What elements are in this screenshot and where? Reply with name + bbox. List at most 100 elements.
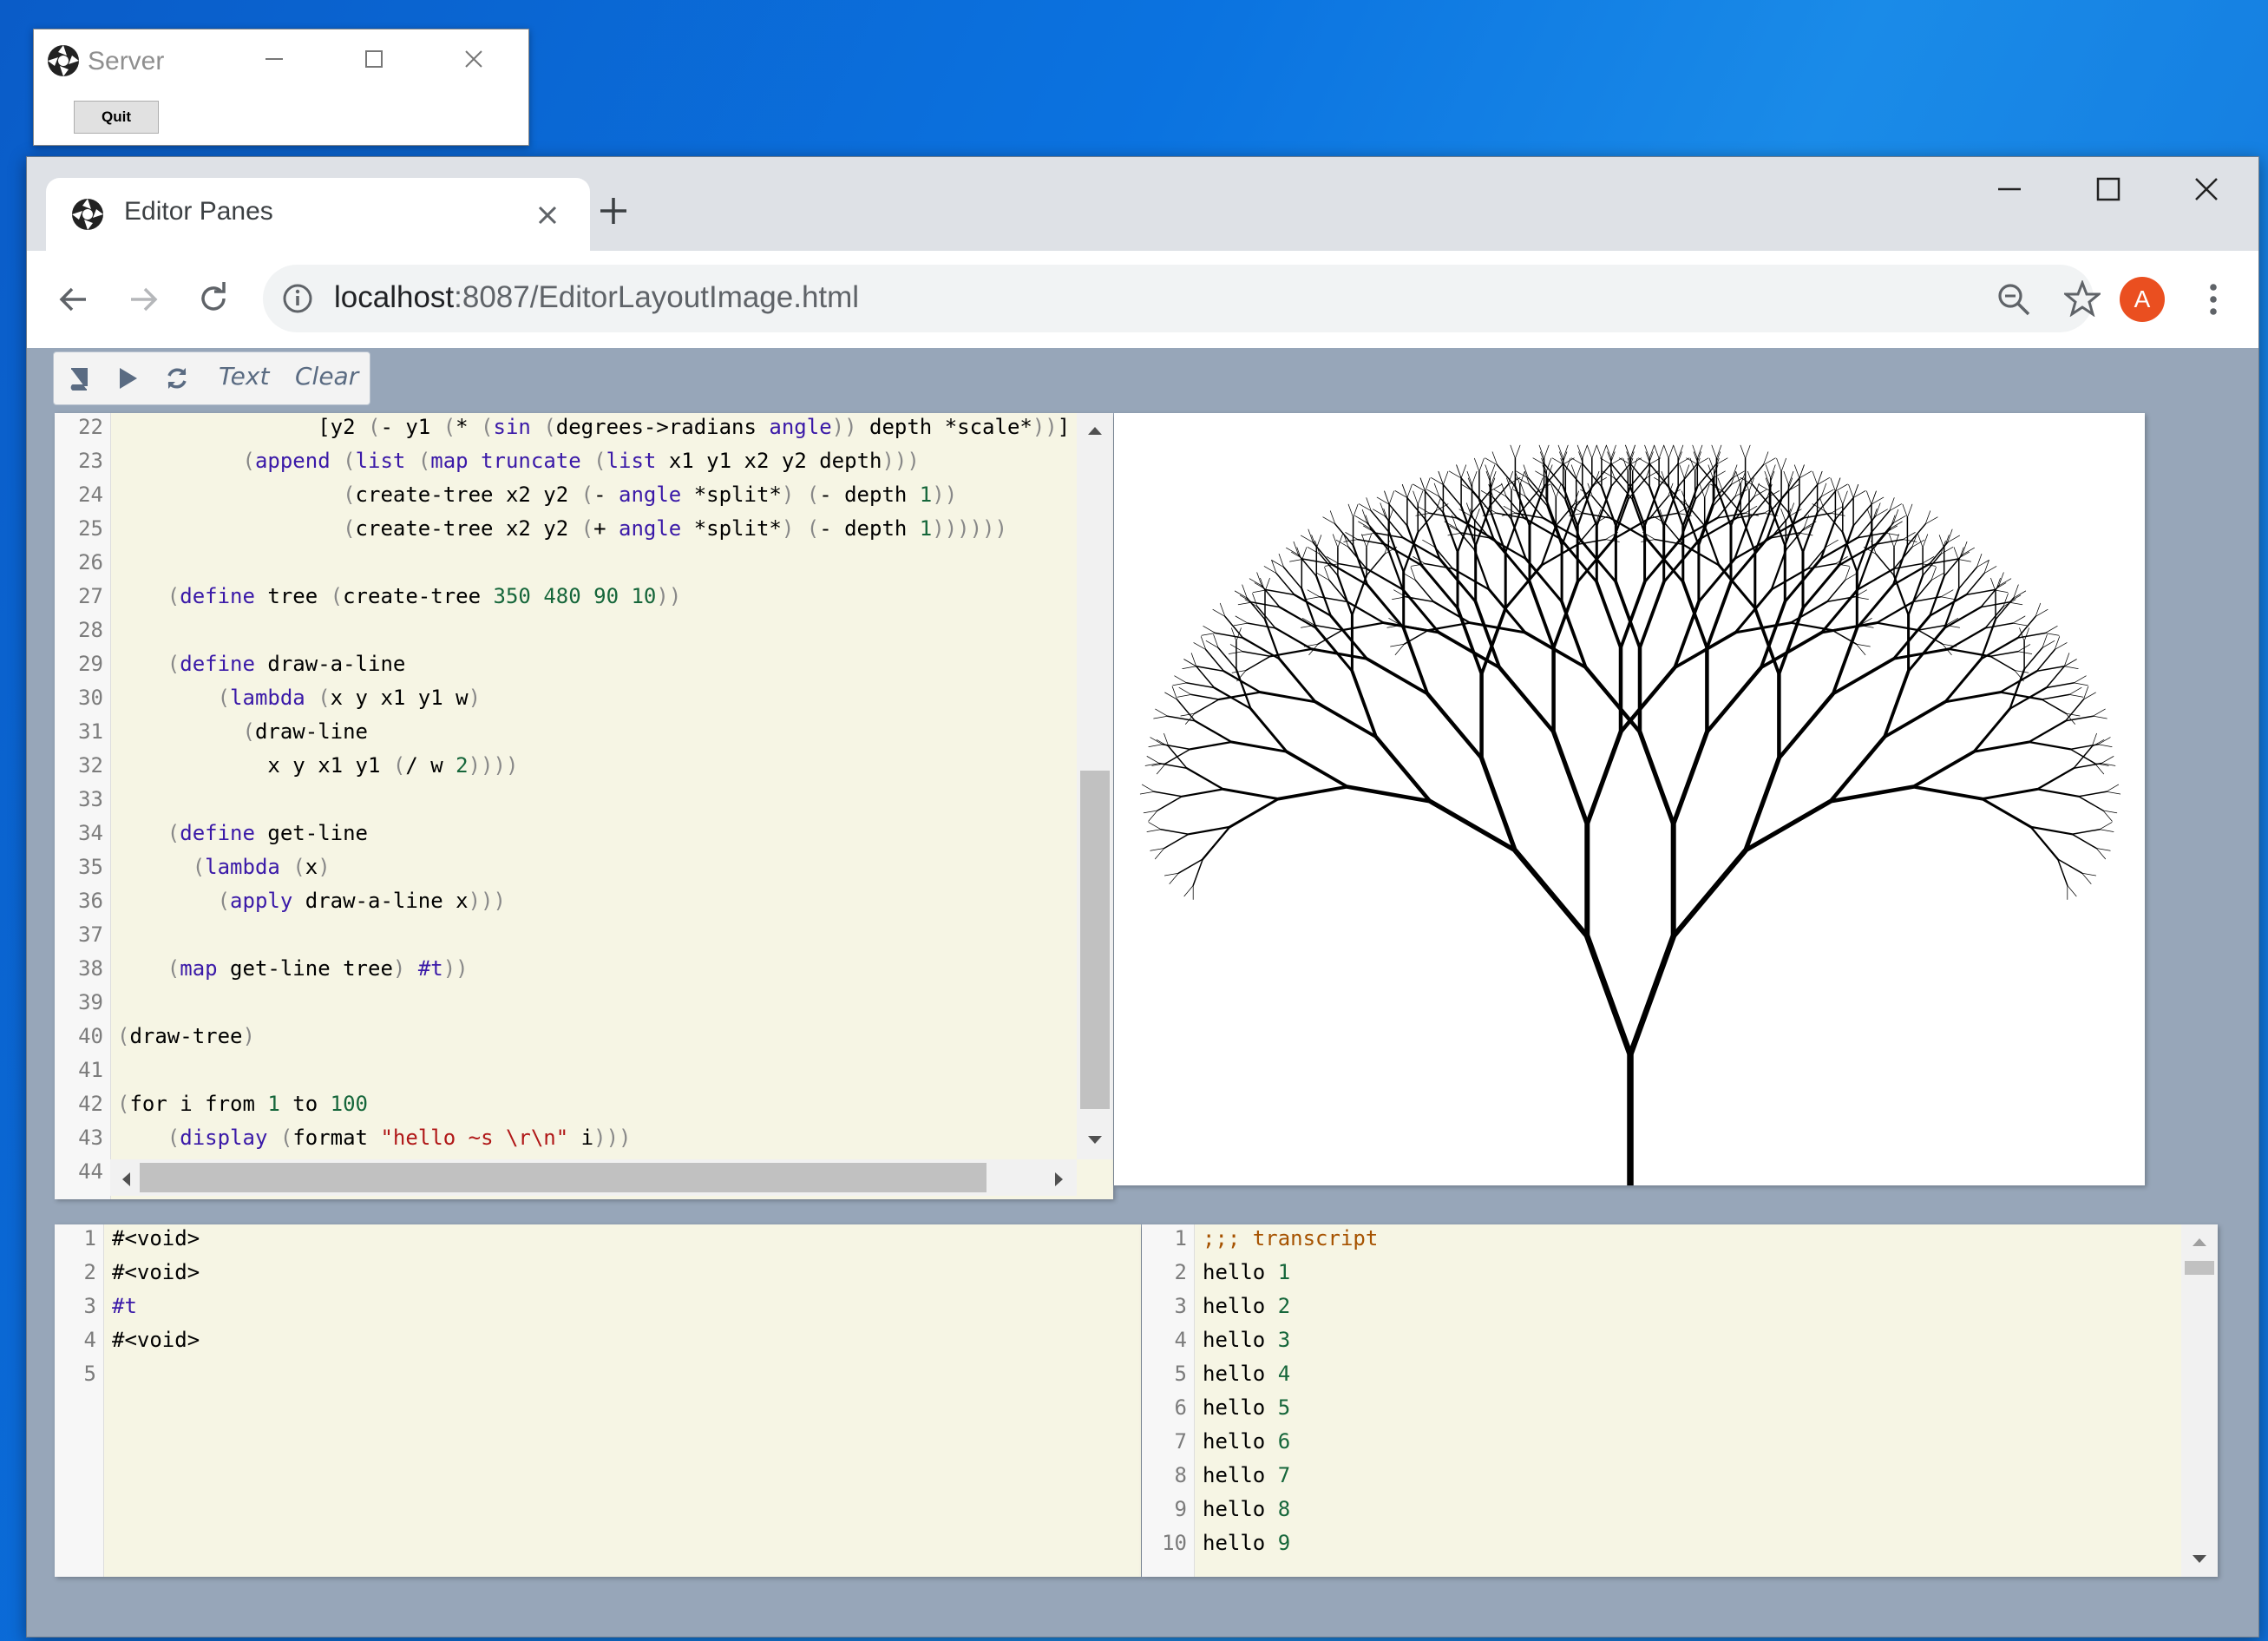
transcript-word: hello: [1203, 1362, 1266, 1386]
code-line: (draw-tree): [117, 1024, 255, 1048]
transcript-scroll-up-icon[interactable]: [2192, 1237, 2207, 1247]
scroll-up-icon[interactable]: [1087, 425, 1103, 436]
transcript-line: hello 8: [1203, 1497, 1290, 1521]
code-editor[interactable]: 22 23 24 25 26 27 28 29 30 31 32 33 34 35 36 37 38 39 40 41…: [55, 413, 1113, 1199]
scroll-right-icon[interactable]: [1054, 1172, 1065, 1187]
result-pane[interactable]: 1 2 3 4 5 #<void> #<void> #t #<void>: [55, 1224, 1141, 1577]
horizontal-scrollbar[interactable]: [110, 1159, 1077, 1196]
h-scrollbar-thumb[interactable]: [140, 1163, 987, 1192]
code-line: x y x1 y1 (/ w 2)))): [117, 753, 519, 778]
transcript-line: hello 4: [1203, 1362, 1290, 1386]
transcript-value: 5: [1277, 1395, 1291, 1420]
transcript-line: hello 9: [1203, 1531, 1290, 1555]
refresh-icon[interactable]: [165, 366, 189, 391]
scrollbar-thumb[interactable]: [1080, 771, 1110, 1109]
tab-editor-panes[interactable]: Editor Panes: [46, 178, 590, 251]
url-path: :8087/EditorLayoutImage.html: [454, 280, 860, 314]
line-number: 5: [83, 1362, 96, 1386]
reload-icon[interactable]: [195, 280, 232, 317]
address-bar[interactable]: localhost:8087/EditorLayoutImage.html: [263, 265, 2101, 332]
transcript-line: hello 6: [1203, 1429, 1290, 1454]
scroll-left-icon[interactable]: [121, 1172, 131, 1187]
code-line: (lambda (x y x1 y1 w): [217, 686, 482, 710]
transcript-scroll-down-icon[interactable]: [2192, 1554, 2207, 1565]
tab-close-icon[interactable]: [536, 204, 559, 226]
url-text[interactable]: localhost:8087/EditorLayoutImage.html: [334, 280, 859, 315]
code-line: (for i from 1 to 100: [117, 1092, 369, 1116]
line-number: 6: [1174, 1395, 1187, 1420]
transcript-value: 7: [1277, 1463, 1291, 1487]
tab-title: Editor Panes: [124, 197, 273, 226]
line-number: 5: [1174, 1362, 1187, 1386]
code-line: (map get-line tree) #t)): [167, 956, 469, 981]
code-line: (define draw-a-line: [167, 652, 406, 676]
line-number: 9: [1174, 1497, 1187, 1521]
code-line: (create-tree x2 y2 (- angle *split*) (- …: [343, 482, 958, 507]
menu-kebab-icon[interactable]: [2208, 282, 2219, 317]
result-gutter: 1 2 3 4 5: [55, 1224, 104, 1577]
transcript-scrollbar[interactable]: [2181, 1224, 2218, 1577]
transcript-pane[interactable]: 1 2 3 4 5 6 7 8 9 10 ;;; transcript hello 1 hello …: [1142, 1224, 2218, 1577]
drawing-canvas[interactable]: [1114, 413, 2145, 1185]
url-host: localhost: [334, 280, 455, 314]
line-number: 39: [78, 990, 103, 1014]
window-close-icon[interactable]: [2193, 176, 2219, 202]
transcript-value: 1: [1277, 1260, 1291, 1284]
line-number: 1: [1174, 1226, 1187, 1250]
transcript-scrollbar-thumb[interactable]: [2185, 1261, 2214, 1275]
browser-window: Editor Panes localhost:8087/EditorLayout: [26, 156, 2259, 1638]
maximize-icon[interactable]: [364, 49, 384, 69]
line-number: 36: [78, 889, 103, 913]
transcript-value: 4: [1277, 1362, 1291, 1386]
window-maximize-icon[interactable]: [2095, 176, 2121, 202]
window-minimize-icon[interactable]: [1996, 176, 2022, 202]
bookmark-star-icon[interactable]: [2064, 280, 2101, 317]
new-tab-icon[interactable]: [598, 195, 629, 226]
line-number: 24: [78, 482, 103, 507]
line-number: 10: [1162, 1531, 1187, 1555]
result-content[interactable]: #<void> #<void> #t #<void>: [112, 1224, 213, 1352]
line-number: 42: [78, 1092, 103, 1116]
transcript-word: hello: [1203, 1531, 1266, 1555]
line-number: 40: [78, 1024, 103, 1048]
close-icon[interactable]: [463, 49, 484, 69]
transcript-value: 2: [1277, 1294, 1291, 1318]
code-line: (create-tree x2 y2 (+ angle *split*) (- …: [343, 516, 1007, 541]
scroll-down-icon[interactable]: [1087, 1135, 1103, 1145]
line-number: 31: [78, 719, 103, 744]
forward-icon[interactable]: [126, 282, 161, 317]
code-content[interactable]: [y2 (- y1 (* (sin (degrees->radians angl…: [117, 413, 1070, 1150]
transcript-content[interactable]: ;;; transcript hello 1 hello 2 hello 3 hell…: [1203, 1224, 1378, 1555]
transcript-word: hello: [1203, 1395, 1266, 1420]
vertical-scrollbar[interactable]: [1077, 413, 1113, 1159]
run-play-icon[interactable]: [116, 366, 139, 391]
profile-avatar[interactable]: A: [2120, 277, 2165, 322]
site-info-icon[interactable]: [282, 283, 313, 314]
line-number: 30: [78, 686, 103, 710]
book-icon[interactable]: [66, 366, 90, 391]
line-number: 3: [1174, 1294, 1187, 1318]
back-icon[interactable]: [56, 282, 91, 317]
line-number: 29: [78, 652, 103, 676]
line-number: 33: [78, 787, 103, 811]
quit-button[interactable]: Quit: [74, 101, 159, 134]
clear-button[interactable]: Clear: [295, 362, 358, 391]
line-number: 35: [78, 855, 103, 879]
code-line: (apply draw-a-line x))): [217, 889, 506, 913]
line-number: 34: [78, 821, 103, 845]
line-number: 23: [78, 449, 103, 473]
line-number: 4: [1174, 1328, 1187, 1352]
zoom-icon[interactable]: [1996, 282, 2031, 317]
text-button[interactable]: Text: [219, 362, 269, 391]
line-number: 41: [78, 1058, 103, 1082]
line-number: 27: [78, 584, 103, 608]
transcript-value: 6: [1277, 1429, 1291, 1454]
line-number: 22: [78, 415, 103, 439]
line-number: 4: [83, 1328, 96, 1352]
line-number: 25: [78, 516, 103, 541]
tab-favicon-icon: [70, 197, 105, 232]
transcript-line: hello 2: [1203, 1294, 1290, 1318]
line-number: 2: [83, 1260, 96, 1284]
transcript-gutter: 1 2 3 4 5 6 7 8 9 10: [1142, 1224, 1195, 1577]
minimize-icon[interactable]: [264, 49, 285, 69]
